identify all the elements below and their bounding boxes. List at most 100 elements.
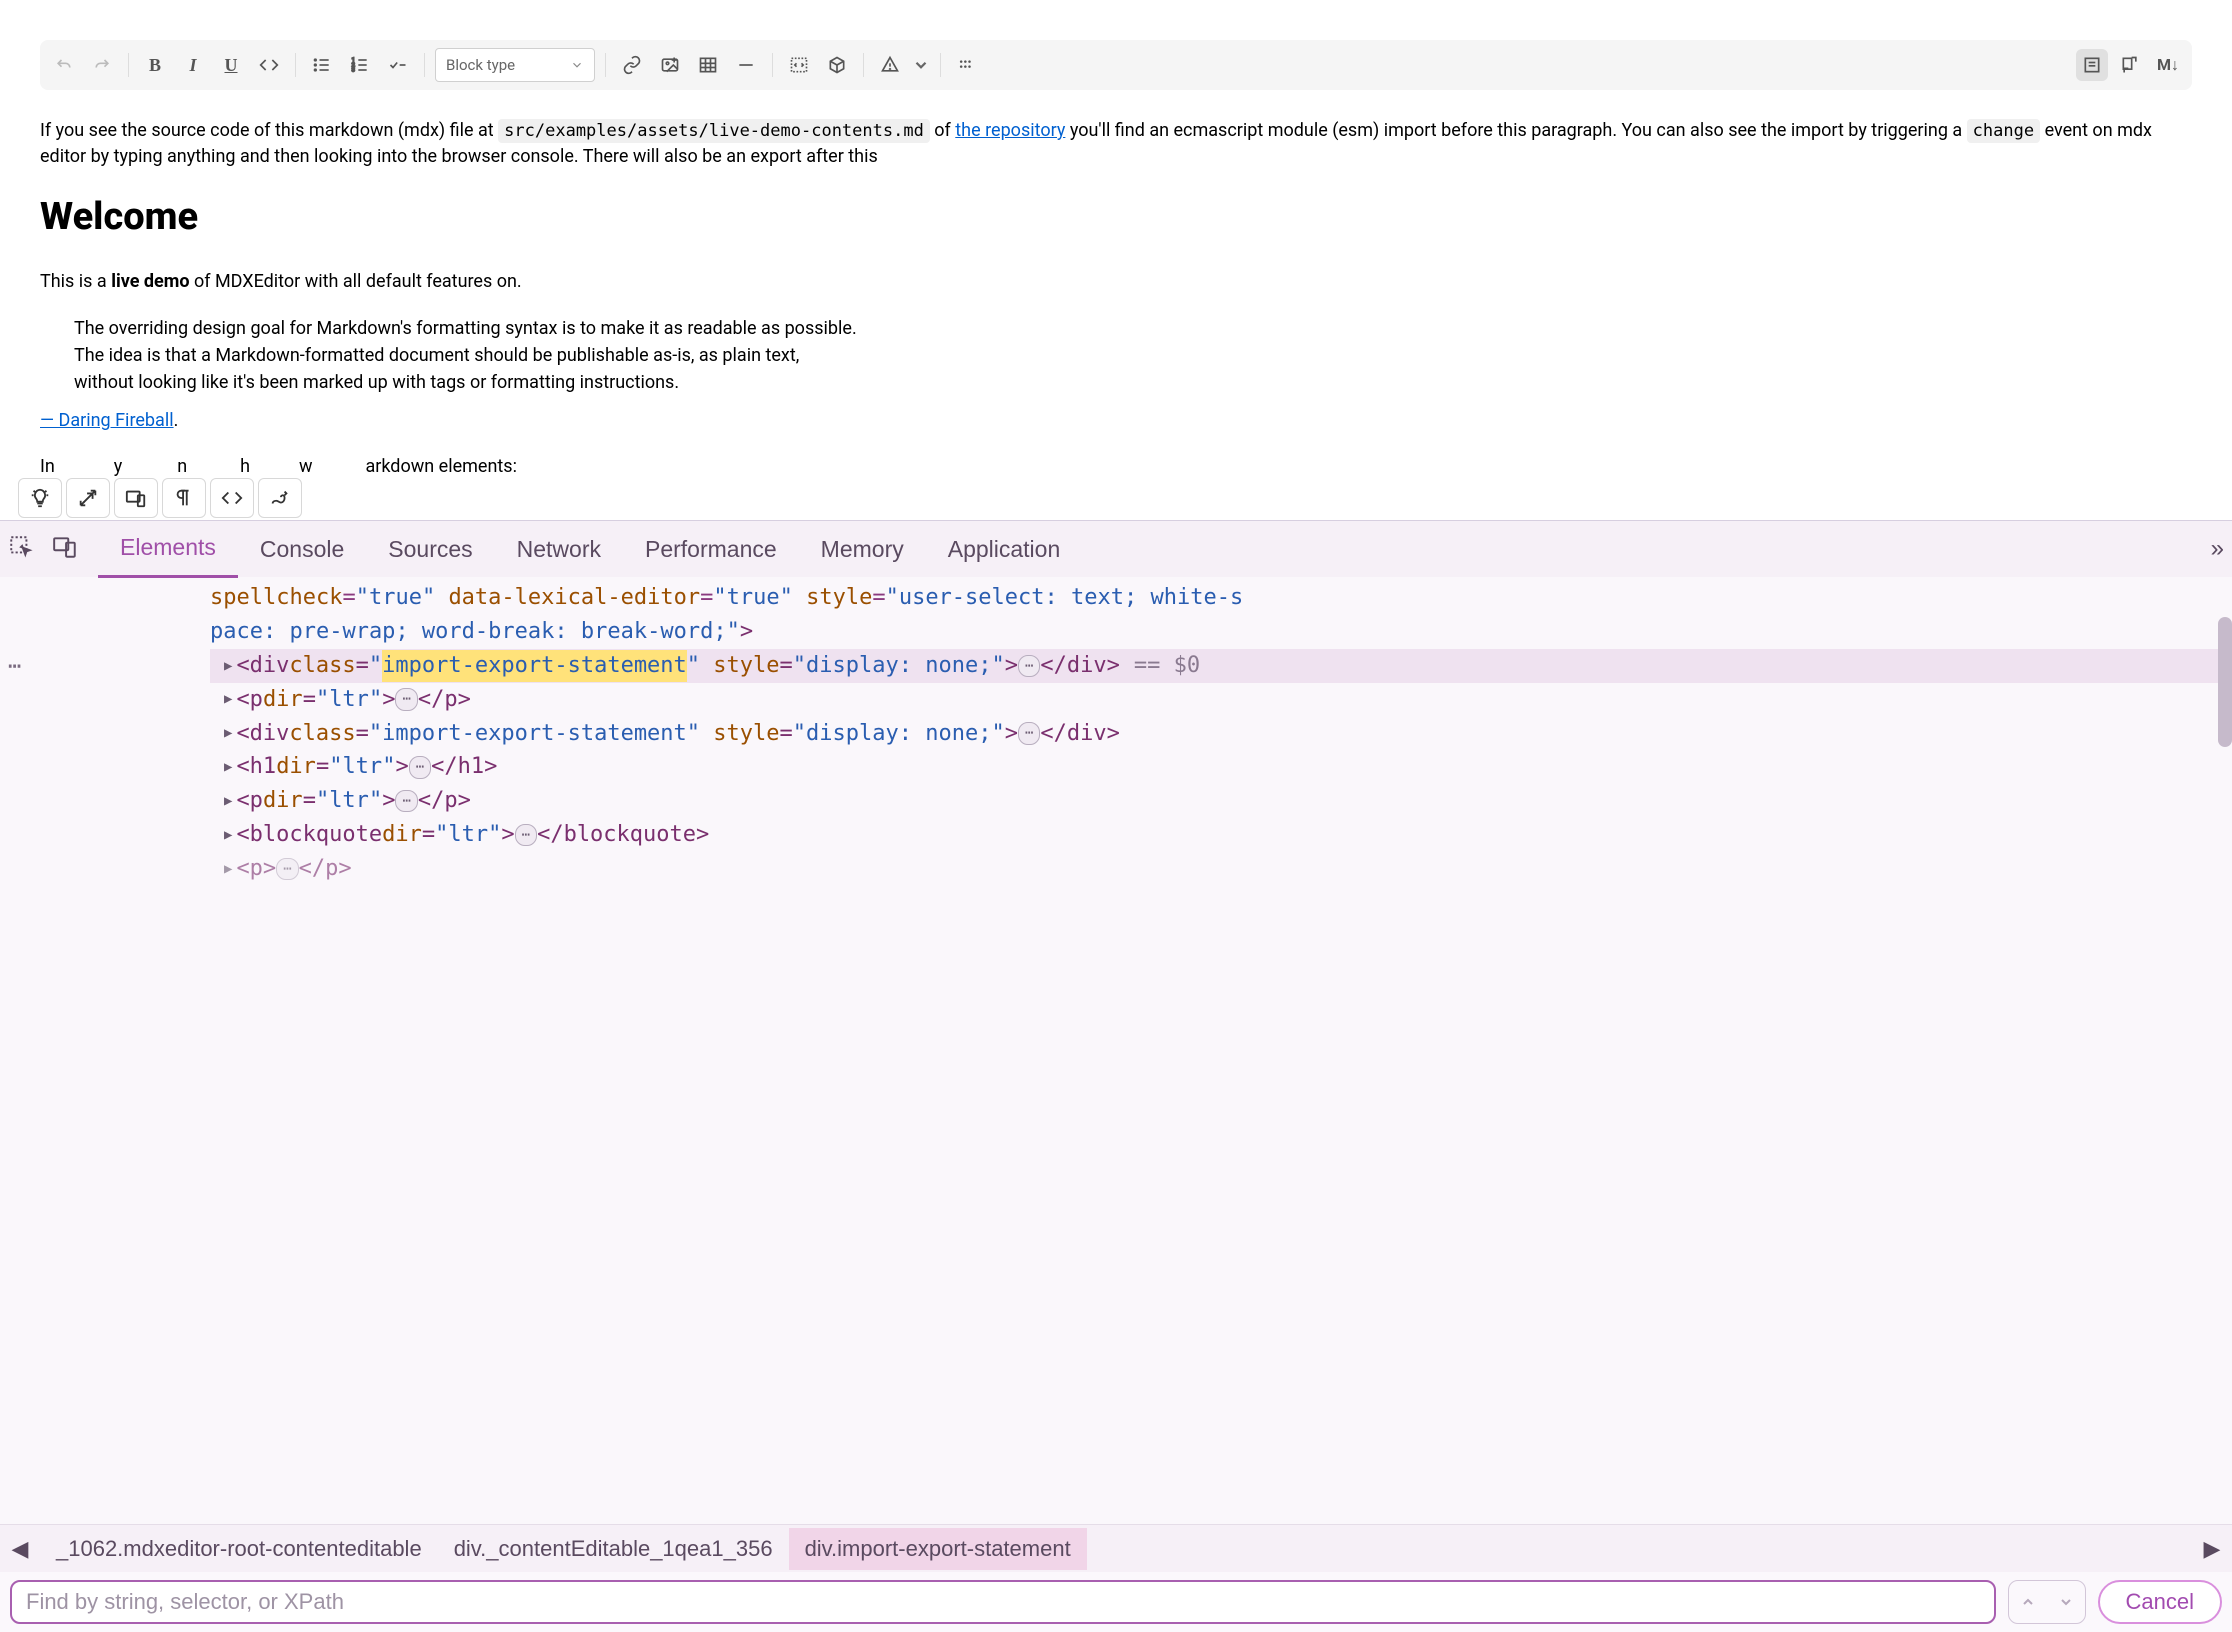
draw-icon[interactable] bbox=[258, 478, 302, 518]
numbered-list-button[interactable]: 123 bbox=[344, 49, 376, 81]
chevron-down-icon bbox=[570, 58, 584, 72]
svg-text:3: 3 bbox=[352, 68, 355, 74]
tab-performance[interactable]: Performance bbox=[623, 522, 799, 577]
redo-button[interactable] bbox=[86, 49, 118, 81]
undo-button[interactable] bbox=[48, 49, 80, 81]
blockquote-line: The idea is that a Markdown-formatted do… bbox=[74, 342, 2192, 369]
crumb-scroll-right[interactable]: ▶ bbox=[2192, 1536, 2232, 1562]
separator bbox=[128, 53, 129, 77]
dom-tree[interactable]: ⋯ spellcheck="true" data-lexical-editor=… bbox=[0, 577, 2232, 1524]
devtools-panel: Elements Console Sources Network Perform… bbox=[0, 520, 2232, 1632]
search-prev-icon[interactable] bbox=[2009, 1581, 2047, 1623]
text: you'll find an ecmascript module (esm) i… bbox=[1070, 120, 1967, 141]
hr-button[interactable] bbox=[730, 49, 762, 81]
code-inline-button[interactable] bbox=[253, 49, 285, 81]
underline-button[interactable]: U bbox=[215, 49, 247, 81]
editor-content[interactable]: If you see the source code of this markd… bbox=[40, 118, 2192, 481]
text: This is a bbox=[40, 271, 111, 292]
bold-text: live demo bbox=[111, 271, 189, 292]
device-toggle-icon[interactable] bbox=[52, 534, 78, 565]
separator bbox=[940, 53, 941, 77]
text: y bbox=[114, 456, 123, 477]
citation[interactable]: — Daring Fireball. bbox=[40, 408, 2192, 434]
tab-sources[interactable]: Sources bbox=[366, 522, 494, 577]
tab-application[interactable]: Application bbox=[926, 522, 1083, 577]
blockquote-line: The overriding design goal for Markdown'… bbox=[74, 315, 2192, 342]
bold-button[interactable]: B bbox=[139, 49, 171, 81]
blockquote[interactable]: The overriding design goal for Markdown'… bbox=[40, 315, 2192, 396]
crumb-segment[interactable]: div._contentEditable_1qea1_356 bbox=[438, 1528, 789, 1570]
separator bbox=[424, 53, 425, 77]
crumb-segment[interactable]: _1062.mdxeditor-root-contenteditable bbox=[40, 1528, 438, 1570]
editor-toolbar: B I U 123 Block type M↓ bbox=[40, 40, 2192, 90]
text: h bbox=[240, 456, 250, 477]
admonition-dropdown[interactable] bbox=[912, 49, 930, 81]
blockquote-line: without looking like it's been marked up… bbox=[74, 369, 2192, 396]
dom-line[interactable]: ▶<blockquote dir="ltr">⋯</blockquote> bbox=[210, 818, 2232, 852]
separator bbox=[605, 53, 606, 77]
inline-code: src/examples/assets/live-demo-contents.m… bbox=[498, 119, 930, 143]
search-nav bbox=[2008, 1580, 2086, 1624]
paragraph-icon[interactable] bbox=[162, 478, 206, 518]
paragraph[interactable]: If you see the source code of this markd… bbox=[40, 118, 2192, 170]
dom-breadcrumb: ◀ _1062.mdxeditor-root-contenteditable d… bbox=[0, 1524, 2232, 1572]
search-next-icon[interactable] bbox=[2047, 1581, 2085, 1623]
lightbulb-icon[interactable] bbox=[18, 478, 62, 518]
bullet-list-button[interactable] bbox=[306, 49, 338, 81]
table-button[interactable] bbox=[692, 49, 724, 81]
dom-line[interactable]: spellcheck="true" data-lexical-editor="t… bbox=[210, 581, 2232, 615]
text: In bbox=[40, 456, 55, 477]
source-mode-button[interactable]: M↓ bbox=[2152, 49, 2184, 81]
crumb-scroll-left[interactable]: ◀ bbox=[0, 1536, 40, 1562]
citation-link[interactable]: — Daring Fireball bbox=[40, 410, 174, 431]
image-button[interactable] bbox=[654, 49, 686, 81]
heading-1[interactable]: Welcome bbox=[40, 190, 2192, 245]
text: If you see the source code of this markd… bbox=[40, 120, 498, 141]
dom-line[interactable]: ▶<p>⋯</p> bbox=[210, 852, 2232, 886]
floating-picker bbox=[18, 478, 302, 518]
editor-pane: B I U 123 Block type M↓ If you see the bbox=[0, 0, 2232, 481]
more-actions-icon[interactable]: ⋯ bbox=[8, 651, 21, 683]
rich-text-mode-button[interactable] bbox=[2076, 49, 2108, 81]
codeblock-button[interactable] bbox=[783, 49, 815, 81]
paragraph-obscured[interactable]: In y n h w arkdown elements: bbox=[40, 454, 2192, 480]
sandpack-button[interactable] bbox=[821, 49, 853, 81]
dom-line-selected[interactable]: ▶<div class="import-export-statement" st… bbox=[210, 649, 2232, 683]
italic-button[interactable]: I bbox=[177, 49, 209, 81]
inspect-icon[interactable] bbox=[8, 534, 34, 565]
dom-line[interactable]: ▶<p dir="ltr">⋯</p> bbox=[210, 784, 2232, 818]
devtools-search-bar: Cancel bbox=[0, 1572, 2232, 1632]
frontmatter-button[interactable] bbox=[951, 49, 983, 81]
text: arkdown elements: bbox=[365, 456, 516, 477]
checklist-button[interactable] bbox=[382, 49, 414, 81]
tab-console[interactable]: Console bbox=[238, 522, 366, 577]
text: of bbox=[934, 120, 955, 141]
tab-network[interactable]: Network bbox=[495, 522, 623, 577]
dom-line[interactable]: ▶<h1 dir="ltr">⋯</h1> bbox=[210, 750, 2232, 784]
separator bbox=[863, 53, 864, 77]
dom-line[interactable]: pace: pre-wrap; word-break: break-word;"… bbox=[210, 615, 2232, 649]
separator bbox=[772, 53, 773, 77]
diff-mode-button[interactable] bbox=[2114, 49, 2146, 81]
tab-elements[interactable]: Elements bbox=[98, 520, 238, 578]
text: . bbox=[174, 410, 179, 431]
cancel-button[interactable]: Cancel bbox=[2098, 1580, 2222, 1624]
expand-icon[interactable] bbox=[66, 478, 110, 518]
tabs-overflow-icon[interactable]: » bbox=[2211, 535, 2224, 563]
search-input[interactable] bbox=[10, 1580, 1996, 1624]
link-button[interactable] bbox=[616, 49, 648, 81]
scrollbar[interactable] bbox=[2218, 577, 2232, 1524]
dom-line[interactable]: ▶<p dir="ltr">⋯</p> bbox=[210, 683, 2232, 717]
admonition-button[interactable] bbox=[874, 49, 906, 81]
block-type-select[interactable]: Block type bbox=[435, 48, 595, 82]
crumb-segment-selected[interactable]: div.import-export-statement bbox=[789, 1528, 1087, 1570]
paragraph[interactable]: This is a live demo of MDXEditor with al… bbox=[40, 269, 2192, 295]
tab-memory[interactable]: Memory bbox=[799, 522, 926, 577]
dom-line[interactable]: ▶<div class="import-export-statement" st… bbox=[210, 717, 2232, 751]
text: n bbox=[177, 456, 187, 477]
inline-code: change bbox=[1967, 119, 2040, 143]
text: of MDXEditor with all default features o… bbox=[190, 271, 522, 292]
devices-icon[interactable] bbox=[114, 478, 158, 518]
repo-link[interactable]: the repository bbox=[955, 120, 1065, 141]
code-icon[interactable] bbox=[210, 478, 254, 518]
